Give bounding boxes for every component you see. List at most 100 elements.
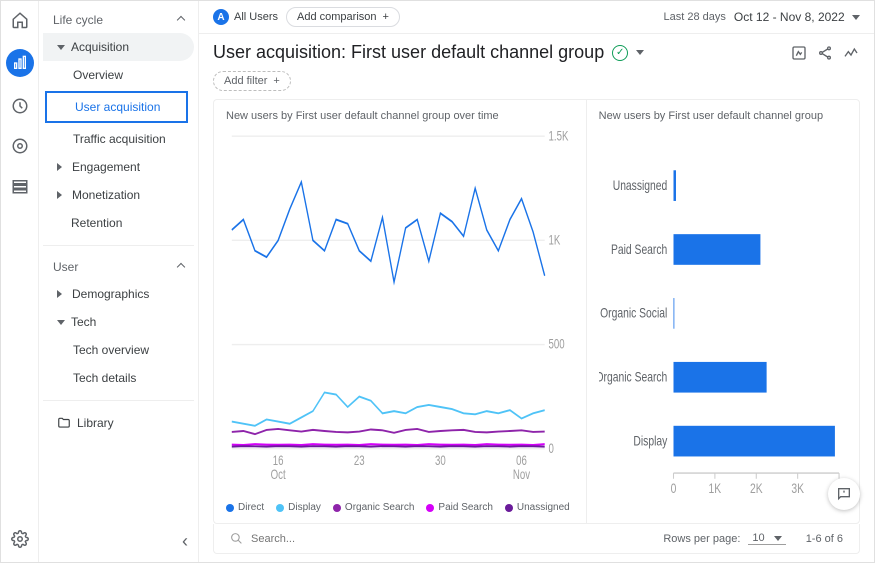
sidebar-item-tech[interactable]: Tech (43, 308, 194, 336)
legend-item[interactable]: Paid Search (426, 502, 492, 513)
advertising-icon[interactable] (9, 135, 31, 157)
rows-per-page-label: Rows per page: (663, 533, 740, 545)
legend-item[interactable]: Display (276, 502, 321, 513)
legend-item[interactable]: Direct (226, 502, 264, 513)
svg-text:3K: 3K (791, 480, 804, 496)
chart-title: New users by First user default channel … (599, 110, 847, 122)
sidebar-sub-overview[interactable]: Overview (43, 61, 194, 89)
configure-icon[interactable] (9, 175, 31, 197)
filter-row: Add filter + (199, 71, 874, 99)
add-comparison-button[interactable]: Add comparison + (286, 7, 400, 27)
sidebar: Life cycle Acquisition Overview User acq… (39, 1, 199, 562)
collapse-sidebar-button[interactable]: ‹ (182, 531, 188, 552)
customize-report-icon[interactable] (790, 44, 808, 62)
search-icon (230, 532, 243, 545)
reports-icon[interactable] (6, 49, 34, 77)
legend-item[interactable]: Unassigned (505, 502, 570, 513)
bar-chart-card: New users by First user default channel … (586, 99, 860, 524)
add-filter-button[interactable]: Add filter + (213, 71, 291, 91)
sidebar-section-user[interactable]: User (43, 254, 194, 280)
chevron-down-icon (852, 15, 860, 20)
page-title: User acquisition: First user default cha… (213, 42, 604, 63)
plus-icon: + (273, 75, 279, 87)
feedback-button[interactable] (828, 478, 860, 510)
svg-text:Nov: Nov (513, 466, 530, 482)
settings-icon[interactable] (9, 528, 31, 550)
svg-text:Organic Search: Organic Search (599, 369, 667, 385)
svg-text:1K: 1K (549, 232, 561, 248)
charts-row: New users by First user default channel … (199, 99, 874, 524)
chevron-up-icon (177, 263, 185, 271)
insights-icon[interactable] (842, 44, 860, 62)
sidebar-item-label: Tech (71, 315, 96, 329)
explore-icon[interactable] (9, 95, 31, 117)
sidebar-item-label: Engagement (72, 160, 140, 174)
rows-per-page-select[interactable]: 10 (748, 532, 785, 545)
svg-text:1K: 1K (708, 480, 721, 496)
bar-chart: Unassigned Paid Search Organic Social Organ… (599, 128, 847, 513)
svg-text:Display: Display (633, 433, 668, 449)
chevron-down-icon (57, 45, 65, 50)
sidebar-sub-tech-details[interactable]: Tech details (43, 364, 194, 392)
period-label: Last 28 days (664, 11, 726, 23)
segment-badge: A (213, 9, 229, 25)
chevron-right-icon (57, 163, 66, 171)
svg-text:Paid Search: Paid Search (611, 241, 667, 257)
svg-text:Organic Social: Organic Social (600, 305, 667, 321)
nav-rail (1, 1, 39, 562)
chat-icon (836, 486, 852, 502)
chevron-down-icon (636, 50, 644, 55)
app-root: Life cycle Acquisition Overview User acq… (0, 0, 875, 563)
svg-text:Unassigned: Unassigned (612, 177, 667, 193)
date-range-picker[interactable]: Oct 12 - Nov 8, 2022 (734, 10, 860, 24)
topbar: A All Users Add comparison + Last 28 day… (199, 1, 874, 34)
chevron-right-icon (57, 191, 66, 199)
legend-item[interactable]: Organic Search (333, 502, 414, 513)
line-chart: 05001K1.5K16Oct233006Nov (226, 128, 574, 498)
sidebar-item-label: Monetization (72, 188, 140, 202)
chevron-right-icon (57, 290, 66, 298)
button-label: Add filter (224, 75, 267, 87)
divider (43, 400, 194, 401)
sidebar-item-monetization[interactable]: Monetization (43, 181, 194, 209)
svg-text:0: 0 (549, 440, 555, 456)
plus-icon: + (383, 11, 389, 23)
folder-icon (57, 416, 71, 430)
button-label: Add comparison (297, 11, 377, 23)
segment-label: All Users (234, 11, 278, 23)
svg-text:0: 0 (670, 480, 676, 496)
chart-title: New users by First user default channel … (226, 110, 574, 122)
svg-text:Oct: Oct (271, 466, 287, 482)
sidebar-sub-user-acquisition[interactable]: User acquisition (45, 91, 188, 123)
sidebar-section-lifecycle[interactable]: Life cycle (43, 7, 194, 33)
status-check-icon[interactable]: ✓ (612, 45, 628, 61)
svg-text:500: 500 (549, 336, 565, 352)
search-input[interactable] (251, 533, 371, 545)
sidebar-item-label: Demographics (72, 287, 149, 301)
sidebar-item-retention[interactable]: Retention (43, 209, 194, 237)
svg-text:1.5K: 1.5K (549, 128, 569, 144)
section-title: Life cycle (53, 13, 103, 27)
section-title: User (53, 260, 78, 274)
sidebar-item-demographics[interactable]: Demographics (43, 280, 194, 308)
share-icon[interactable] (816, 44, 834, 62)
svg-text:2K: 2K (750, 480, 763, 496)
chevron-down-icon (57, 320, 65, 325)
sidebar-sub-tech-overview[interactable]: Tech overview (43, 336, 194, 364)
date-range-text: Oct 12 - Nov 8, 2022 (734, 10, 845, 24)
sidebar-item-acquisition[interactable]: Acquisition (43, 33, 194, 61)
segment-chip-all-users[interactable]: A All Users (213, 9, 278, 25)
svg-text:30: 30 (435, 452, 446, 468)
title-row: User acquisition: First user default cha… (199, 34, 874, 71)
line-chart-legend: Direct Display Organic Search Paid Search Un… (226, 498, 574, 513)
table-footer: Rows per page: 10 1-6 of 6 (213, 524, 860, 554)
svg-text:23: 23 (354, 452, 365, 468)
pagination-range: 1-6 of 6 (806, 533, 843, 545)
sidebar-item-label: Acquisition (71, 40, 129, 54)
home-icon[interactable] (9, 9, 31, 31)
sidebar-sub-traffic-acquisition[interactable]: Traffic acquisition (43, 125, 194, 153)
sidebar-item-library[interactable]: Library (43, 409, 194, 437)
sidebar-item-engagement[interactable]: Engagement (43, 153, 194, 181)
divider (43, 245, 194, 246)
sidebar-item-label: Library (77, 416, 114, 430)
